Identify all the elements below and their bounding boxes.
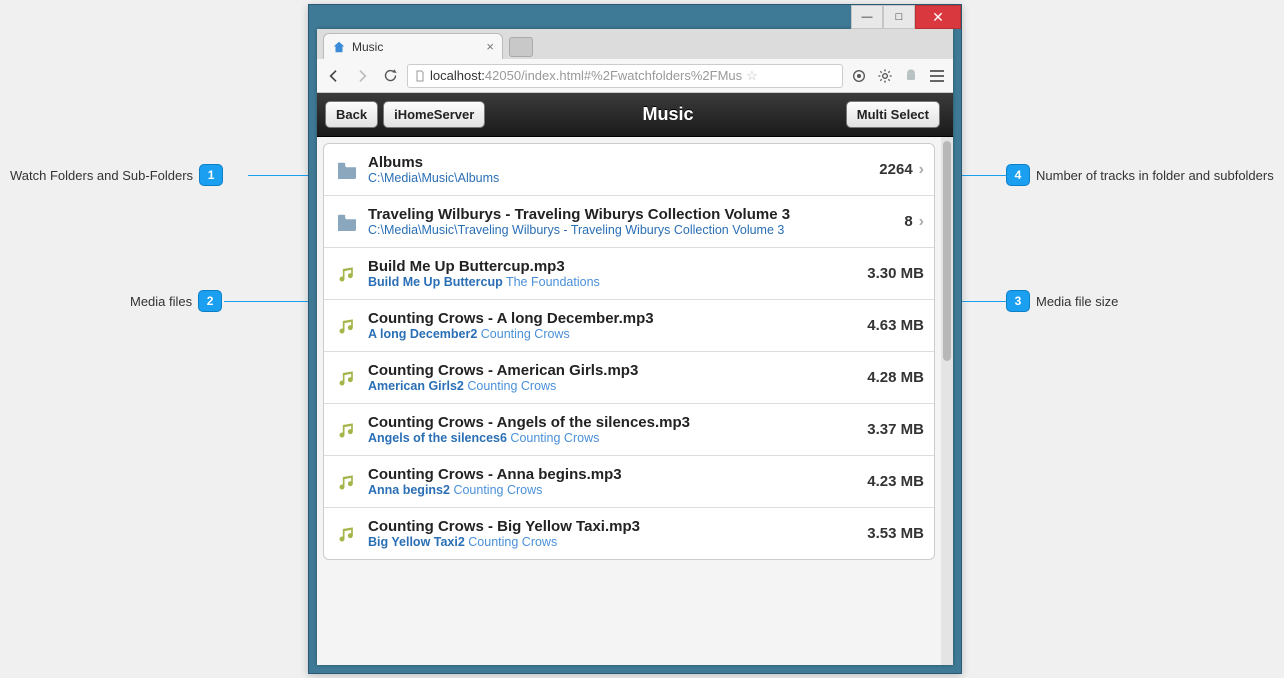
callout-1-text: Watch Folders and Sub-Folders [10,168,193,183]
file-size: 4.63 MB [867,317,924,334]
file-row[interactable]: Counting Crows - Angels of the silences.… [324,404,934,456]
tab-close-icon[interactable]: × [486,39,494,54]
callout-bubble-4: 4 [1006,164,1030,186]
url-input[interactable]: localhost:42050/index.html#%2Fwatchfolde… [407,64,843,88]
folder-row[interactable]: Albums C:\Media\Music\Albums 2264 › [324,144,934,196]
callout-3-text: Media file size [1036,294,1118,309]
url-host-text: localhost: [430,68,485,83]
app-viewport: Back iHomeServer Music Multi Select Albu… [317,93,953,665]
callout-2: Media files 2 [130,290,222,312]
folder-count: 2264 [879,161,912,178]
music-file-icon [334,471,360,493]
browser-window: — □ ✕ Music × [308,4,962,674]
callout-bubble-1: 1 [199,164,223,186]
folder-count: 8 [904,213,912,230]
file-row[interactable]: Counting Crows - Big Yellow Taxi.mp3 Big… [324,508,934,559]
callout-bubble-2: 2 [198,290,222,312]
callout-3: 3 Media file size [1006,290,1118,312]
list-card: Albums C:\Media\Music\Albums 2264 › Trav… [323,143,935,560]
nav-reload-button[interactable] [379,65,401,87]
file-size: 3.37 MB [867,421,924,438]
callout-bubble-3: 3 [1006,290,1030,312]
folder-row[interactable]: Traveling Wilburys - Traveling Wiburys C… [324,196,934,248]
bookmark-star-icon[interactable]: ☆ [746,68,758,84]
hamburger-icon [930,70,944,82]
file-meta: Build Me Up Buttercup The Foundations [368,275,859,289]
chevron-right-icon: › [919,161,924,179]
back-button[interactable]: Back [325,101,378,128]
file-name: Counting Crows - Anna begins.mp3 [368,466,859,483]
file-row[interactable]: Counting Crows - American Girls.mp3 Amer… [324,352,934,404]
tab-favicon-icon [332,40,346,54]
file-name: Counting Crows - American Girls.mp3 [368,362,859,379]
file-row[interactable]: Counting Crows - Anna begins.mp3 Anna be… [324,456,934,508]
file-name: Counting Crows - A long December.mp3 [368,310,859,327]
scrollbar-thumb[interactable] [943,141,951,361]
callout-2-text: Media files [130,294,192,309]
target-icon[interactable] [849,66,869,86]
file-size: 3.53 MB [867,525,924,542]
android-icon[interactable] [901,66,921,86]
file-meta: Angels of the silences6 Counting Crows [368,431,859,445]
new-tab-button[interactable] [509,37,533,57]
file-row[interactable]: Build Me Up Buttercup.mp3 Build Me Up Bu… [324,248,934,300]
file-meta: Anna begins2 Counting Crows [368,483,859,497]
folder-title: Albums [368,154,871,171]
address-bar: localhost:42050/index.html#%2Fwatchfolde… [317,59,953,93]
window-maximize-button[interactable]: □ [883,5,915,29]
gear-icon[interactable] [875,66,895,86]
folder-path: C:\Media\Music\Traveling Wilburys - Trav… [368,223,896,237]
music-file-icon [334,419,360,441]
tab-strip: Music × [317,29,953,59]
window-close-button[interactable]: ✕ [915,5,961,29]
file-meta: A long December2 Counting Crows [368,327,859,341]
page-title: Music [490,104,845,125]
file-row[interactable]: Counting Crows - A long December.mp3 A l… [324,300,934,352]
nav-back-button[interactable] [323,65,345,87]
ihomeserver-button[interactable]: iHomeServer [383,101,485,128]
chevron-right-icon: › [919,213,924,231]
callout-1: Watch Folders and Sub-Folders 1 [10,164,223,186]
music-file-icon [334,315,360,337]
file-name: Build Me Up Buttercup.mp3 [368,258,859,275]
multiselect-button[interactable]: Multi Select [846,101,940,128]
callout-4: 4 Number of tracks in folder and subfold… [1006,164,1274,186]
folder-icon [334,161,360,179]
file-name: Counting Crows - Angels of the silences.… [368,414,859,431]
music-file-icon [334,263,360,285]
folder-icon [334,213,360,231]
folder-path: C:\Media\Music\Albums [368,171,871,185]
url-path-text: 42050/index.html#%2Fwatchfolders%2FMus [485,68,742,83]
music-file-icon [334,367,360,389]
window-titlebar[interactable]: — □ ✕ [309,5,961,29]
file-size: 4.23 MB [867,473,924,490]
file-size: 3.30 MB [867,265,924,282]
file-name: Counting Crows - Big Yellow Taxi.mp3 [368,518,859,535]
callout-4-text: Number of tracks in folder and subfolder… [1036,168,1274,183]
menu-button[interactable] [927,66,947,86]
file-meta: Big Yellow Taxi2 Counting Crows [368,535,859,549]
list-scroll-area[interactable]: Albums C:\Media\Music\Albums 2264 › Trav… [317,137,941,665]
tab-title: Music [352,40,486,54]
nav-forward-button[interactable] [351,65,373,87]
app-header: Back iHomeServer Music Multi Select [317,93,953,137]
folder-title: Traveling Wilburys - Traveling Wiburys C… [368,206,896,223]
window-minimize-button[interactable]: — [851,5,883,29]
browser-chrome: Music × localhost:42050/index.html#%2Fwa… [317,29,953,665]
page-icon [414,69,426,83]
browser-tab[interactable]: Music × [323,33,503,59]
music-file-icon [334,523,360,545]
file-meta: American Girls2 Counting Crows [368,379,859,393]
file-size: 4.28 MB [867,369,924,386]
